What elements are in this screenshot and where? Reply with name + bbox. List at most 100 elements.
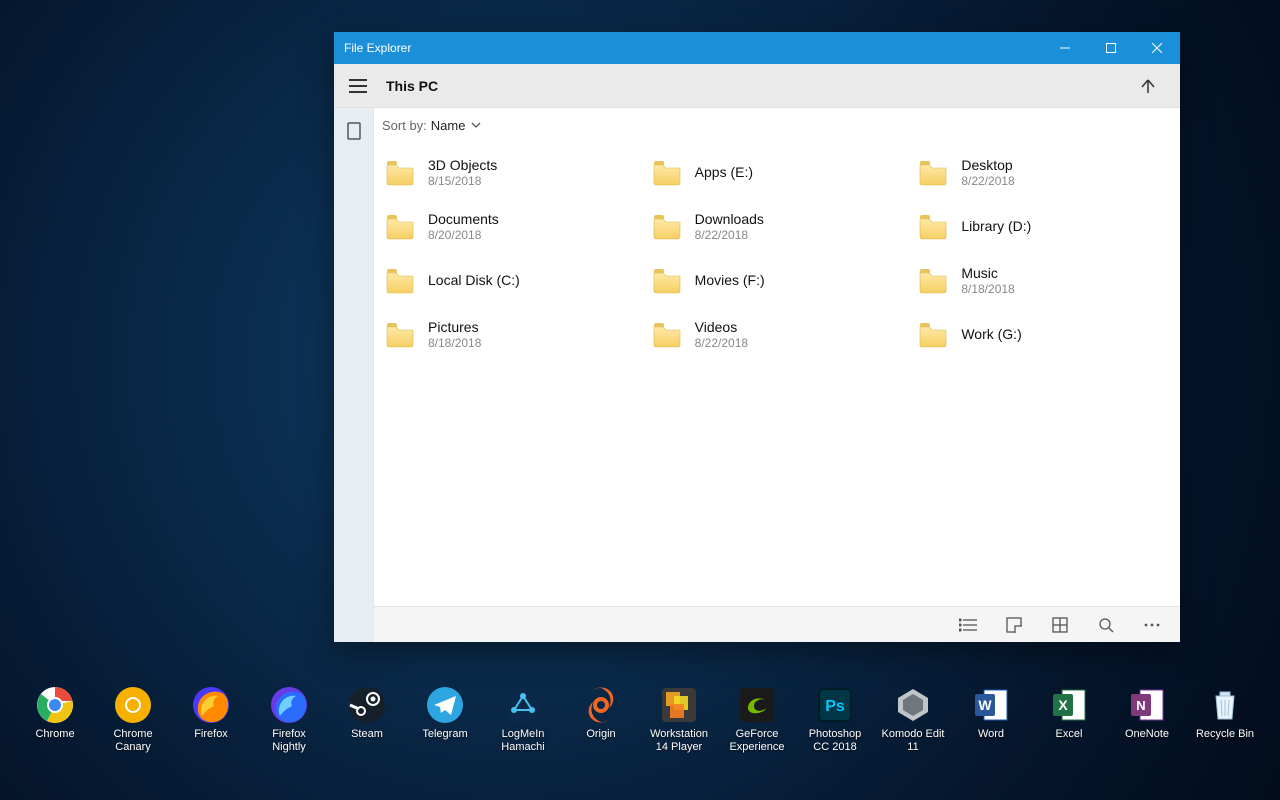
telegram-icon (426, 686, 464, 724)
window-title: File Explorer (344, 41, 1042, 55)
view-grid-button[interactable] (1046, 611, 1074, 639)
onenote-icon: N (1128, 686, 1166, 724)
dock-item-photoshop[interactable]: Ps Photoshop CC 2018 (803, 686, 867, 753)
dock-item-telegram[interactable]: Telegram (413, 686, 477, 753)
recycle-icon (1206, 686, 1244, 724)
canary-icon (114, 686, 152, 724)
folder-item[interactable]: Pictures8/18/2018 (378, 308, 637, 362)
dock-label: Chrome (35, 728, 74, 741)
dock-item-excel[interactable]: X Excel (1037, 686, 1101, 753)
dock-label: LogMeIn Hamachi (501, 728, 544, 753)
dock-label: Steam (351, 728, 383, 741)
item-name: Downloads (695, 211, 764, 229)
dock-item-origin[interactable]: Origin (569, 686, 633, 753)
dock-label: GeForce Experience (729, 728, 784, 753)
folder-item[interactable]: Downloads8/22/2018 (645, 200, 904, 254)
dock-item-chrome[interactable]: Chrome (23, 686, 87, 753)
folder-item[interactable]: Work (G:) (911, 308, 1170, 362)
sort-label: Sort by: (382, 118, 427, 133)
dock-label: Excel (1056, 728, 1083, 741)
dock-item-komodo[interactable]: Komodo Edit 11 (881, 686, 945, 753)
origin-icon (582, 686, 620, 724)
view-tiles-button[interactable] (1000, 611, 1028, 639)
item-date: 8/18/2018 (428, 336, 481, 351)
dock-item-hamachi[interactable]: LogMeIn Hamachi (491, 686, 555, 753)
folder-item[interactable]: Local Disk (C:) (378, 254, 637, 308)
item-name: Pictures (428, 319, 481, 337)
svg-text:W: W (978, 697, 992, 713)
item-name: 3D Objects (428, 157, 497, 175)
dock-label: Origin (586, 728, 615, 741)
folder-item[interactable]: 3D Objects8/15/2018 (378, 146, 637, 200)
dock-item-geforce[interactable]: GeForce Experience (725, 686, 789, 753)
item-date: 8/22/2018 (695, 228, 764, 243)
folder-item[interactable]: Music8/18/2018 (911, 254, 1170, 308)
dock-item-firefox-nightly[interactable]: Firefox Nightly (257, 686, 321, 753)
folder-item[interactable]: Videos8/22/2018 (645, 308, 904, 362)
sort-control[interactable]: Sort by: Name (374, 108, 1180, 142)
titlebar[interactable]: File Explorer (334, 32, 1180, 64)
item-name: Music (961, 265, 1014, 283)
item-name: Local Disk (C:) (428, 272, 520, 290)
item-date: 8/20/2018 (428, 228, 499, 243)
folder-icon (651, 319, 683, 351)
folder-icon (917, 319, 949, 351)
dock-label: Word (978, 728, 1004, 741)
item-name: Work (G:) (961, 326, 1021, 344)
toolbar: This PC (334, 64, 1180, 108)
steam-icon (348, 686, 386, 724)
chevron-down-icon (471, 122, 481, 128)
hamburger-button[interactable] (334, 64, 382, 107)
dock-item-onenote[interactable]: NOneNote (1115, 686, 1179, 753)
chrome-icon (36, 686, 74, 724)
dock-item-canary[interactable]: Chrome Canary (101, 686, 165, 753)
close-button[interactable] (1134, 32, 1180, 64)
dock-label: Chrome Canary (113, 728, 152, 753)
dock: Chrome Chrome Canary Firefox Firefox Nightl… (0, 686, 1280, 753)
item-name: Desktop (961, 157, 1014, 175)
sidebar-pc-icon[interactable] (334, 116, 374, 146)
folder-item[interactable]: Movies (F:) (645, 254, 904, 308)
dock-item-vmware[interactable]: Workstation 14 Player (647, 686, 711, 753)
item-name: Videos (695, 319, 748, 337)
dock-item-word[interactable]: W Word (959, 686, 1023, 753)
search-button[interactable] (1092, 611, 1120, 639)
folder-icon (651, 265, 683, 297)
dock-label: Workstation 14 Player (650, 728, 708, 753)
maximize-button[interactable] (1088, 32, 1134, 64)
item-date: 8/18/2018 (961, 282, 1014, 297)
folder-item[interactable]: Desktop8/22/2018 (911, 146, 1170, 200)
dock-label: Photoshop CC 2018 (809, 728, 862, 753)
dock-label: Firefox (194, 728, 228, 741)
item-date: 8/22/2018 (695, 336, 748, 351)
dock-item-recycle[interactable]: Recycle Bin (1193, 686, 1257, 753)
svg-text:X: X (1058, 697, 1068, 713)
folder-icon (917, 157, 949, 189)
folder-item[interactable]: Apps (E:) (645, 146, 904, 200)
folder-item[interactable]: Documents8/20/2018 (378, 200, 637, 254)
more-button[interactable] (1138, 611, 1166, 639)
folder-item[interactable]: Library (D:) (911, 200, 1170, 254)
view-list-button[interactable] (954, 611, 982, 639)
file-explorer-window: File Explorer This PC Sort by: Name (334, 32, 1180, 642)
items-grid: 3D Objects8/15/2018Apps (E:)Desktop8/22/… (374, 142, 1180, 606)
statusbar (374, 606, 1180, 642)
firefox-nightly-icon (270, 686, 308, 724)
minimize-button[interactable] (1042, 32, 1088, 64)
folder-icon (384, 211, 416, 243)
dock-label: Recycle Bin (1196, 728, 1254, 741)
item-name: Documents (428, 211, 499, 229)
geforce-icon (738, 686, 776, 724)
dock-label: Telegram (422, 728, 467, 741)
word-icon: W (972, 686, 1010, 724)
item-name: Movies (F:) (695, 272, 765, 290)
folder-icon (384, 157, 416, 189)
up-button[interactable] (1128, 64, 1168, 107)
sidebar (334, 108, 374, 642)
location-breadcrumb[interactable]: This PC (382, 78, 1128, 94)
dock-item-steam[interactable]: Steam (335, 686, 399, 753)
svg-text:Ps: Ps (825, 698, 845, 715)
dock-item-firefox[interactable]: Firefox (179, 686, 243, 753)
folder-icon (917, 211, 949, 243)
photoshop-icon: Ps (816, 686, 854, 724)
